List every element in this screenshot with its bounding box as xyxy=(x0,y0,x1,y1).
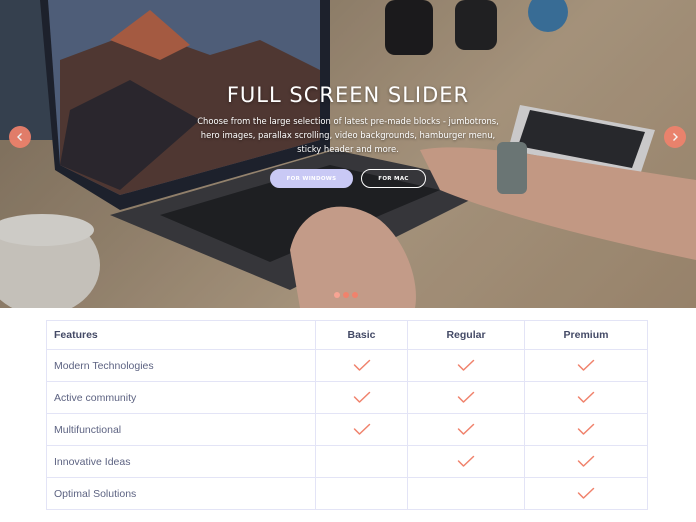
table-row: Innovative Ideas xyxy=(46,445,648,478)
hero-description: Choose from the large selection of lates… xyxy=(197,116,499,154)
slider-indicator[interactable] xyxy=(343,292,349,298)
slider-prev-button[interactable] xyxy=(9,126,31,148)
slider-indicator[interactable] xyxy=(352,292,358,298)
table-header-row: Features Basic Regular Premium xyxy=(46,320,648,350)
premium-cell xyxy=(524,413,648,446)
check-icon xyxy=(353,391,370,403)
for-mac-button[interactable]: FOR MAC xyxy=(361,169,426,188)
premium-cell xyxy=(524,381,648,414)
basic-cell xyxy=(315,445,408,478)
header-features: Features xyxy=(46,320,316,350)
feature-name: Multifunctional xyxy=(46,413,316,446)
hero-buttons: FOR WINDOWS FOR MAC xyxy=(0,169,696,188)
header-basic: Basic xyxy=(315,320,408,350)
check-icon xyxy=(457,359,475,371)
for-windows-button[interactable]: FOR WINDOWS xyxy=(270,169,353,188)
check-icon xyxy=(353,359,370,371)
check-icon xyxy=(577,455,595,467)
regular-cell xyxy=(407,445,525,478)
premium-cell xyxy=(524,477,648,510)
chevron-left-icon xyxy=(17,133,22,141)
header-premium: Premium xyxy=(524,320,648,350)
premium-cell xyxy=(524,445,648,478)
basic-cell xyxy=(315,477,408,510)
slider-indicators xyxy=(334,292,358,298)
check-icon xyxy=(457,455,475,467)
regular-cell xyxy=(407,381,525,414)
chevron-right-icon xyxy=(673,133,678,141)
table-row: Optimal Solutions xyxy=(46,477,648,510)
header-regular: Regular xyxy=(407,320,525,350)
table-row: Active community xyxy=(46,381,648,414)
table-row: Multifunctional xyxy=(46,413,648,446)
hero-title: FULL SCREEN SLIDER xyxy=(226,83,470,107)
basic-cell xyxy=(315,349,408,382)
premium-cell xyxy=(524,349,648,382)
feature-name: Active community xyxy=(46,381,316,414)
check-icon xyxy=(577,487,595,499)
basic-cell xyxy=(315,413,408,446)
hero-slider: FULL SCREEN SLIDER Choose from the large… xyxy=(0,0,696,308)
feature-name: Innovative Ideas xyxy=(46,445,316,478)
pricing-table-wrapper: Features Basic Regular Premium Modern Te… xyxy=(46,320,648,510)
table-row: Modern Technologies xyxy=(46,349,648,382)
feature-name: Optimal Solutions xyxy=(46,477,316,510)
check-icon xyxy=(577,359,595,371)
hero-content: FULL SCREEN SLIDER Choose from the large… xyxy=(0,80,696,188)
check-icon xyxy=(577,391,595,403)
check-icon xyxy=(457,391,475,403)
check-icon xyxy=(457,423,475,435)
regular-cell xyxy=(407,349,525,382)
check-icon xyxy=(353,423,370,435)
regular-cell xyxy=(407,477,525,510)
regular-cell xyxy=(407,413,525,446)
slider-next-button[interactable] xyxy=(664,126,686,148)
feature-name: Modern Technologies xyxy=(46,349,316,382)
slider-indicator[interactable] xyxy=(334,292,340,298)
check-icon xyxy=(577,423,595,435)
pricing-comparison-table: Features Basic Regular Premium Modern Te… xyxy=(46,320,648,510)
basic-cell xyxy=(315,381,408,414)
table-body: Modern Technologies Active community Multi… xyxy=(46,349,648,510)
